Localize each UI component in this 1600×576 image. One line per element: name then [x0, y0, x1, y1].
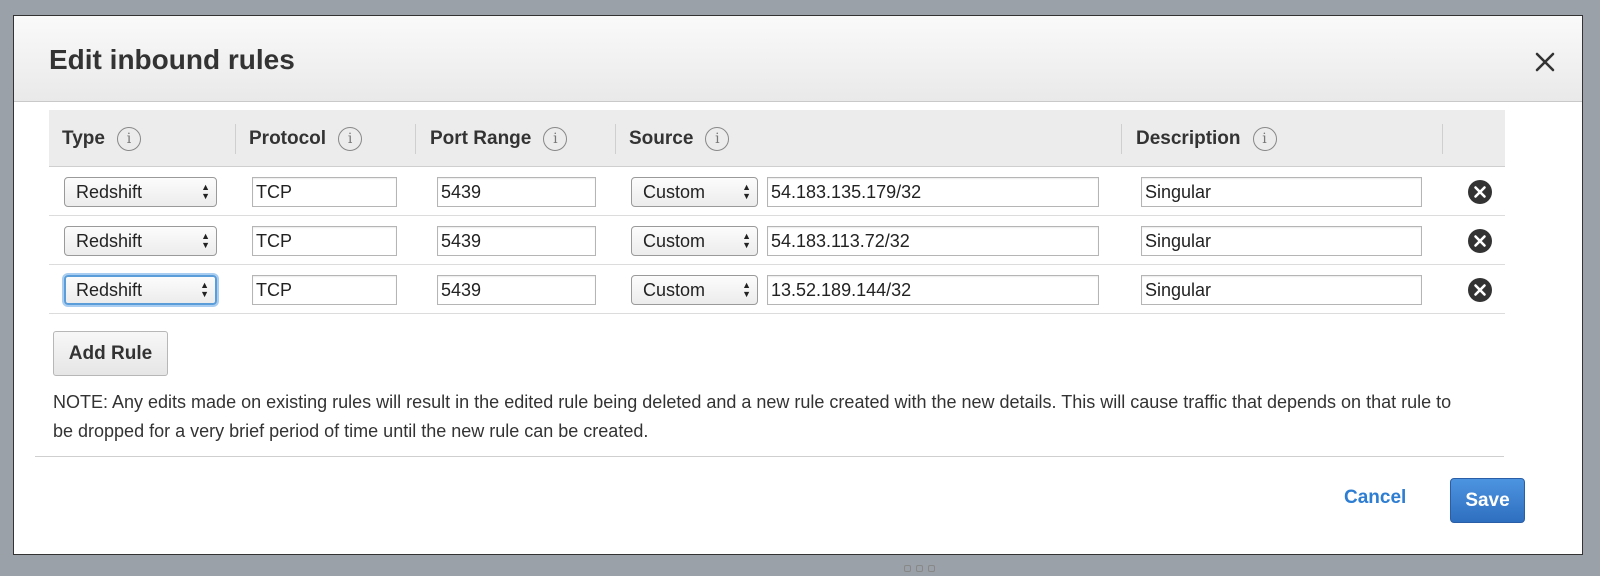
modal-header: Edit inbound rules	[14, 16, 1582, 102]
footer-divider	[35, 456, 1504, 457]
header-source: Source i	[629, 110, 730, 167]
select-arrows-icon: ▲ ▼	[742, 231, 751, 250]
source-type-select-value: Custom	[643, 280, 706, 300]
save-button[interactable]: Save	[1450, 478, 1525, 523]
table-row: Redshift ▲ ▼ TCP 5439 Custom ▲ ▼ 54.183.13…	[49, 167, 1505, 216]
info-icon[interactable]: i	[1252, 126, 1277, 151]
column-divider	[235, 124, 236, 154]
select-arrows-icon: ▲ ▼	[742, 182, 751, 201]
header-description-label: Description	[1136, 127, 1241, 149]
type-select-value: Redshift	[76, 182, 143, 202]
edit-warning-note: NOTE: Any edits made on existing rules w…	[53, 392, 1452, 441]
resize-grip-icon[interactable]	[904, 565, 940, 573]
description-field[interactable]: Singular	[1141, 177, 1422, 207]
header-protocol: Protocol i	[249, 110, 363, 167]
cancel-link[interactable]: Cancel	[1344, 487, 1406, 509]
close-x-icon[interactable]	[1535, 52, 1555, 72]
header-protocol-label: Protocol	[249, 127, 327, 149]
add-rule-button[interactable]: Add Rule	[53, 331, 168, 376]
remove-rule-icon[interactable]	[1468, 180, 1492, 204]
header-port-range-label: Port Range	[430, 127, 532, 149]
remove-rule-icon[interactable]	[1468, 278, 1492, 302]
source-cidr-field[interactable]: 13.52.189.144/32	[767, 275, 1099, 305]
source-type-select[interactable]: Custom ▲ ▼	[631, 226, 758, 256]
type-select-value: Redshift	[76, 280, 143, 300]
protocol-field[interactable]: TCP	[252, 226, 397, 256]
protocol-field[interactable]: TCP	[252, 275, 397, 305]
source-cidr-field[interactable]: 54.183.113.72/32	[767, 226, 1099, 256]
port-range-field[interactable]: 5439	[437, 177, 596, 207]
table-row: Redshift ▲ ▼ TCP 5439 Custom ▲ ▼ 13.52.189…	[49, 265, 1505, 314]
select-arrows-icon: ▲ ▼	[742, 280, 751, 299]
remove-rule-icon[interactable]	[1468, 229, 1492, 253]
description-field[interactable]: Singular	[1141, 226, 1422, 256]
column-divider	[415, 124, 416, 154]
header-type: Type i	[62, 110, 141, 167]
select-arrows-icon: ▲ ▼	[200, 280, 209, 299]
info-icon[interactable]: i	[705, 126, 730, 151]
column-divider	[1121, 124, 1122, 154]
source-type-select-value: Custom	[643, 182, 706, 202]
type-select[interactable]: Redshift ▲ ▼	[64, 226, 217, 256]
edit-inbound-rules-dialog: Edit inbound rules Type i Protocol i Por…	[13, 15, 1583, 555]
source-cidr-field[interactable]: 54.183.135.179/32	[767, 177, 1099, 207]
info-icon[interactable]: i	[338, 126, 363, 151]
port-range-field[interactable]: 5439	[437, 226, 596, 256]
protocol-field[interactable]: TCP	[252, 177, 397, 207]
port-range-field[interactable]: 5439	[437, 275, 596, 305]
description-field[interactable]: Singular	[1141, 275, 1422, 305]
table-header: Type i Protocol i Port Range i Source i …	[49, 110, 1505, 167]
rules-table: Type i Protocol i Port Range i Source i …	[49, 110, 1505, 314]
select-arrows-icon: ▲ ▼	[201, 182, 210, 201]
column-divider	[615, 124, 616, 154]
type-select[interactable]: Redshift ▲ ▼	[64, 177, 217, 207]
info-icon[interactable]: i	[543, 126, 568, 151]
header-source-label: Source	[629, 127, 694, 149]
column-divider	[1442, 124, 1443, 154]
table-row: Redshift ▲ ▼ TCP 5439 Custom ▲ ▼ 54.183.11…	[49, 216, 1505, 265]
type-select[interactable]: Redshift ▲ ▼	[64, 275, 217, 305]
select-arrows-icon: ▲ ▼	[201, 231, 210, 250]
source-type-select[interactable]: Custom ▲ ▼	[631, 177, 758, 207]
source-type-select[interactable]: Custom ▲ ▼	[631, 275, 758, 305]
header-port-range: Port Range i	[430, 110, 568, 167]
type-select-value: Redshift	[76, 231, 143, 251]
info-icon[interactable]: i	[116, 126, 141, 151]
header-type-label: Type	[62, 127, 105, 149]
source-type-select-value: Custom	[643, 231, 706, 251]
header-description: Description i	[1136, 110, 1277, 167]
modal-title: Edit inbound rules	[49, 44, 295, 75]
